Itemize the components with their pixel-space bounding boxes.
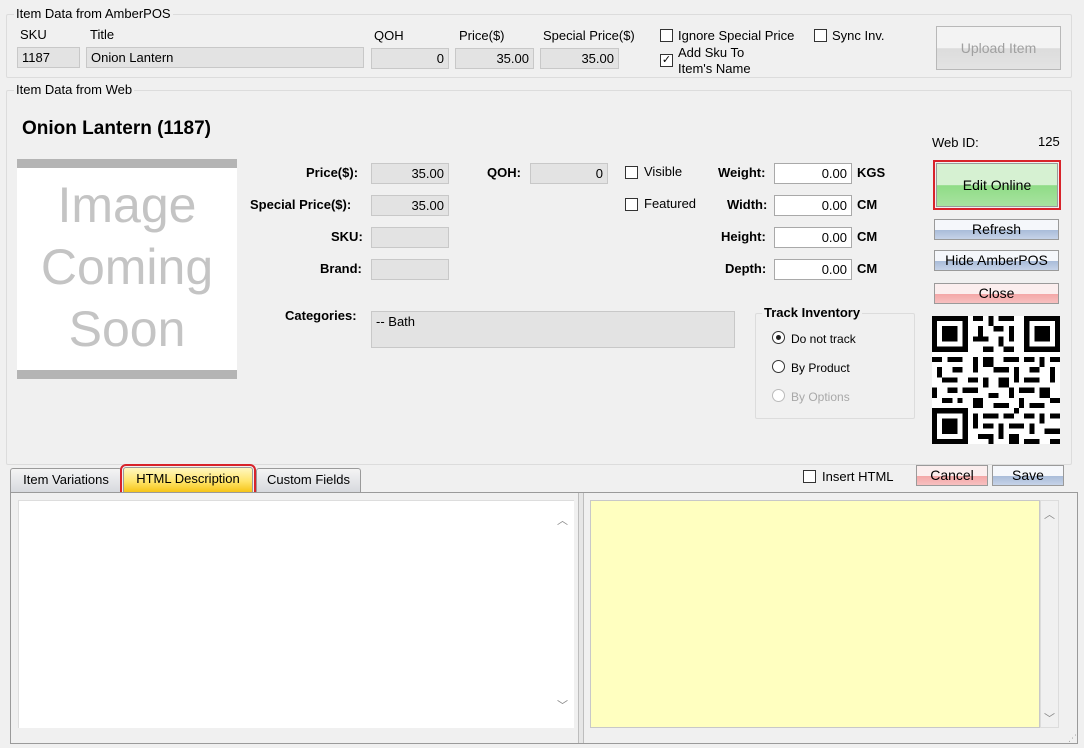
edit-online-button[interactable]: Edit Online [933, 160, 1061, 210]
tab-custom-fields[interactable]: Custom Fields [256, 468, 361, 492]
image-placeholder-line-2: Coming [40, 239, 214, 295]
depth-label: Depth: [725, 261, 767, 276]
tab-item-variations-label: Item Variations [23, 472, 109, 487]
scroll-down-icon[interactable]: ﹀ [557, 697, 568, 713]
html-preview-panel[interactable] [590, 500, 1040, 728]
tab-item-variations[interactable]: Item Variations [10, 468, 122, 492]
add-sku-label-line1: Add Sku To [678, 45, 745, 60]
by-product-label: By Product [791, 361, 850, 375]
by-product-radio[interactable] [772, 360, 785, 373]
scroll-up-icon[interactable]: ︿ [557, 512, 568, 528]
amber-price-label: Price($) [459, 28, 505, 43]
html-source-editor[interactable] [18, 500, 574, 728]
height-label: Height: [721, 229, 766, 244]
web-brand-label: Brand: [320, 261, 362, 276]
amber-special-price-label: Special Price($) [543, 28, 635, 43]
ignore-special-price-label: Ignore Special Price [678, 28, 795, 43]
amber-qoh-field[interactable]: 0 [371, 48, 449, 69]
checkmark-icon: ✓ [661, 54, 672, 66]
web-price-field[interactable]: 35.00 [371, 163, 449, 184]
amber-price-field[interactable]: 35.00 [455, 48, 534, 69]
amber-title-label: Title [90, 27, 115, 42]
height-unit: CM [857, 229, 878, 244]
upload-item-button[interactable]: Upload Item [936, 26, 1061, 70]
width-field[interactable]: 0.00 [774, 195, 852, 216]
tab-html-description-label: HTML Description [136, 471, 240, 486]
close-button[interactable]: Close [934, 283, 1059, 304]
amberpos-group [6, 14, 1072, 78]
preview-scroll-down-icon[interactable]: ﹀ [1044, 710, 1055, 726]
item-image-placeholder: Image Coming Soon [17, 159, 237, 379]
insert-html-label: Insert HTML [822, 469, 894, 484]
visible-checkbox[interactable] [625, 166, 638, 179]
track-inventory-title: Track Inventory [762, 305, 863, 320]
close-label: Close [978, 285, 1015, 301]
categories-label: Categories: [285, 308, 357, 323]
amber-title-field[interactable]: Onion Lantern [86, 47, 364, 68]
image-placeholder-line-1: Image [57, 177, 197, 233]
width-unit: CM [857, 197, 878, 212]
edit-online-label: Edit Online [962, 177, 1032, 193]
web-sku-field[interactable] [371, 227, 449, 248]
web-group-title: Item Data from Web [14, 82, 135, 97]
preview-scroll-up-icon[interactable]: ︿ [1044, 506, 1055, 522]
cancel-button[interactable]: Cancel [916, 465, 988, 486]
weight-unit: KGS [857, 165, 886, 180]
splitter[interactable] [578, 493, 584, 743]
weight-label: Weight: [718, 165, 766, 180]
add-sku-checkbox[interactable]: ✓ [660, 54, 673, 67]
web-special-price-field[interactable]: 35.00 [371, 195, 449, 216]
amberpos-group-title: Item Data from AmberPOS [14, 6, 173, 21]
do-not-track-label: Do not track [791, 332, 856, 346]
featured-label: Featured [644, 196, 697, 211]
amber-sku-label: SKU [20, 27, 47, 42]
save-label: Save [1012, 467, 1044, 483]
tab-custom-fields-label: Custom Fields [266, 472, 351, 487]
height-field[interactable]: 0.00 [774, 227, 852, 248]
amber-qoh-label: QOH [374, 28, 404, 43]
refresh-label: Refresh [971, 221, 1022, 237]
width-label: Width: [727, 197, 768, 212]
refresh-button[interactable]: Refresh [934, 219, 1059, 240]
hide-amberpos-button[interactable]: Hide AmberPOS [934, 250, 1059, 271]
sync-inv-checkbox[interactable] [814, 29, 827, 42]
item-heading: Onion Lantern (1187) [22, 118, 211, 139]
hide-amberpos-label: Hide AmberPOS [945, 252, 1048, 268]
featured-checkbox[interactable] [625, 198, 638, 211]
by-options-radio[interactable] [772, 389, 785, 402]
image-placeholder-line-3: Soon [68, 301, 186, 357]
ignore-special-price-checkbox[interactable] [660, 29, 673, 42]
web-brand-field[interactable] [371, 259, 449, 280]
web-qoh-field[interactable]: 0 [530, 163, 608, 184]
insert-html-checkbox[interactable] [803, 470, 816, 483]
html-source-scrollbar[interactable] [554, 501, 573, 727]
web-id-value: 125 [1038, 134, 1060, 149]
web-sku-label: SKU: [331, 229, 363, 244]
qr-code-icon [932, 316, 1060, 444]
web-special-price-label: Special Price($): [250, 197, 352, 212]
upload-item-label: Upload Item [960, 40, 1037, 56]
cancel-label: Cancel [930, 467, 974, 483]
depth-unit: CM [857, 261, 878, 276]
categories-field[interactable]: -- Bath [371, 311, 735, 348]
visible-label: Visible [644, 164, 683, 179]
save-button[interactable]: Save [992, 465, 1064, 486]
by-options-label: By Options [791, 390, 850, 404]
web-id-label: Web ID: [932, 135, 979, 150]
sync-inv-label: Sync Inv. [832, 28, 885, 43]
web-qoh-label: QOH: [487, 165, 521, 180]
do-not-track-radio[interactable] [772, 331, 785, 344]
add-sku-label-line2: Item's Name [678, 61, 751, 76]
amber-sku-field[interactable]: 1187 [17, 47, 80, 68]
html-preview-scrollbar[interactable] [1040, 500, 1059, 728]
weight-field[interactable]: 0.00 [774, 163, 852, 184]
tab-html-description[interactable]: HTML Description [120, 464, 256, 495]
amber-special-price-field[interactable]: 35.00 [540, 48, 619, 69]
web-price-label: Price($): [306, 165, 359, 180]
depth-field[interactable]: 0.00 [774, 259, 852, 280]
resize-grip-icon[interactable]: ⋰ [1068, 734, 1080, 746]
